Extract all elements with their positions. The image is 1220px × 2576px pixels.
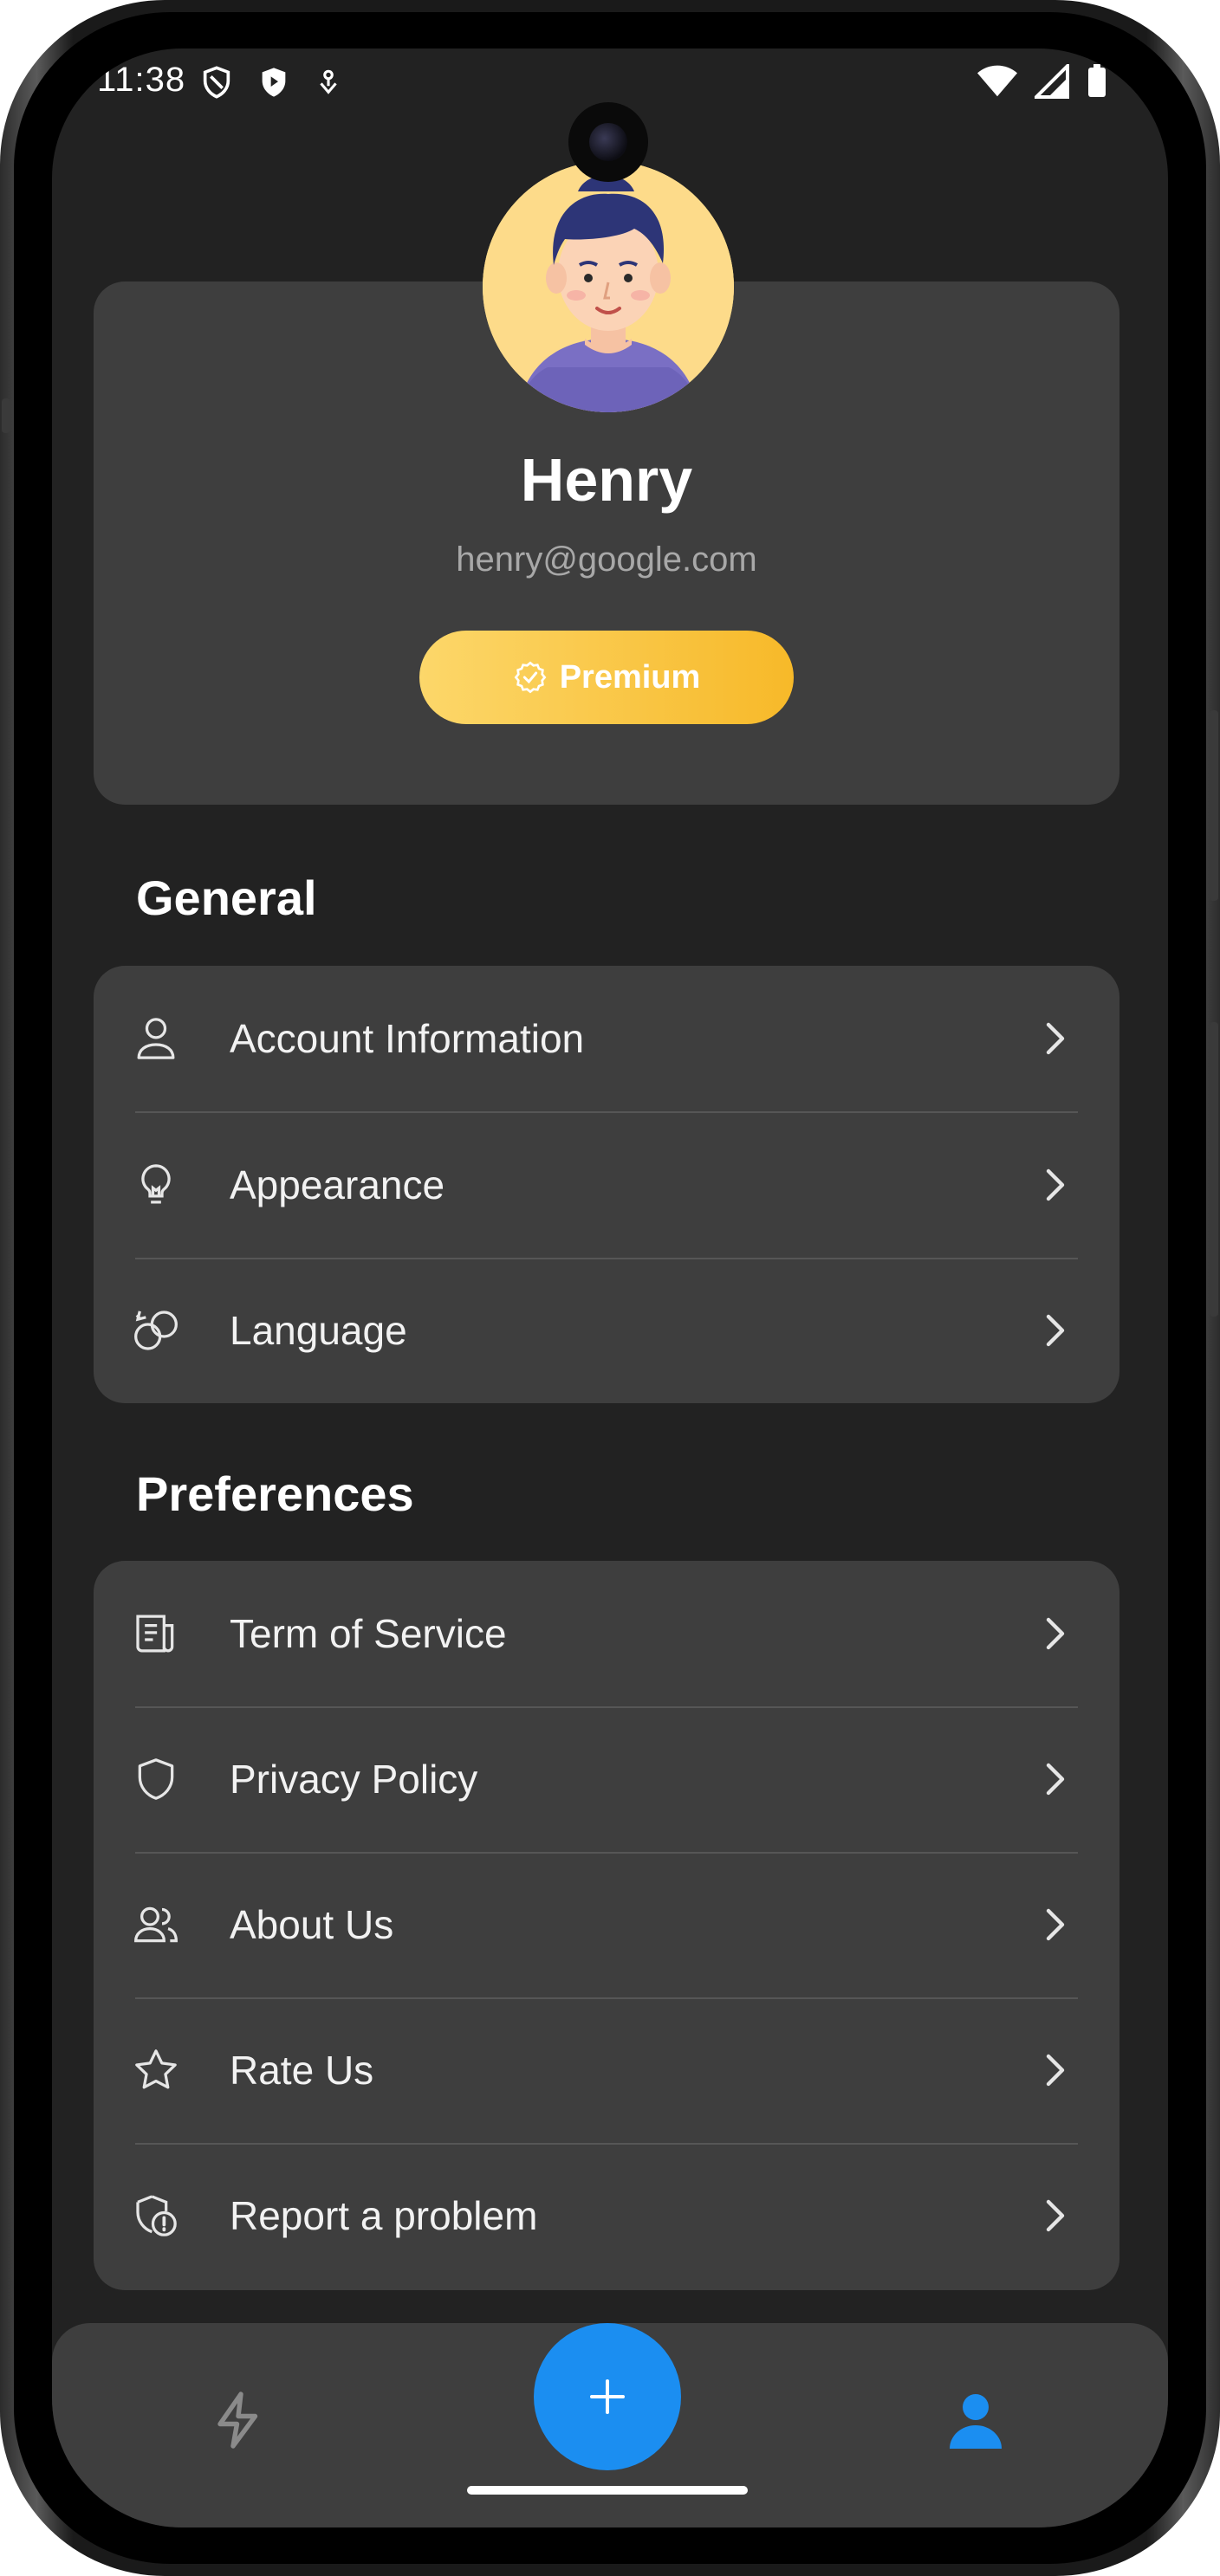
status-time: 11:38 — [97, 61, 186, 99]
menu-label: Appearance — [230, 1162, 445, 1207]
menu-item-report-a-problem[interactable]: Report a problem — [94, 2143, 1119, 2288]
status-left-icons — [199, 64, 343, 100]
avatar[interactable] — [483, 161, 734, 412]
profile-icon[interactable] — [944, 2389, 1007, 2451]
wifi-icon — [977, 65, 1017, 97]
chevron-right-icon — [1046, 1314, 1065, 1347]
chevron-right-icon — [1046, 1022, 1065, 1055]
premium-button[interactable]: Premium — [419, 631, 794, 724]
battery-icon — [1088, 64, 1106, 97]
language-icon — [134, 1311, 178, 1350]
menu-item-appearance[interactable]: Appearance — [94, 1112, 1119, 1258]
document-icon — [136, 1615, 174, 1653]
menu-label: Report a problem — [230, 2193, 538, 2238]
verified-badge-icon — [514, 661, 547, 694]
chevron-right-icon — [1046, 2199, 1065, 2232]
section-title-general: General — [136, 871, 317, 925]
user-icon — [137, 1018, 175, 1059]
menu-label: Rate Us — [230, 2048, 374, 2093]
side-button-left — [2, 398, 10, 433]
report-icon — [136, 2195, 177, 2236]
general-card: Account Information Appearance Language — [94, 966, 1119, 1403]
status-right-icons — [977, 64, 1107, 99]
side-button-middle — [1210, 1022, 1218, 1317]
premium-label: Premium — [559, 658, 701, 696]
star-icon — [135, 2049, 177, 2089]
lightbulb-icon — [141, 1164, 171, 1204]
chevron-right-icon — [1046, 1908, 1065, 1941]
menu-label: Account Information — [230, 1016, 585, 1061]
menu-label: Privacy Policy — [230, 1757, 478, 1802]
front-camera — [568, 102, 648, 182]
shield-status-icon — [203, 66, 230, 99]
menu-item-account-information[interactable]: Account Information — [94, 966, 1119, 1111]
profile-name: Henry — [520, 446, 693, 514]
menu-label: Language — [230, 1308, 407, 1353]
menu-item-about-us[interactable]: About Us — [94, 1852, 1119, 1997]
plus-icon — [590, 2379, 625, 2414]
bolt-icon[interactable] — [207, 2389, 269, 2451]
menu-item-term-of-service[interactable]: Term of Service — [94, 1561, 1119, 1706]
menu-label: Term of Service — [230, 1611, 507, 1656]
preferences-card: Term of Service Privacy Policy About Us … — [94, 1561, 1119, 2290]
users-icon — [134, 1906, 178, 1943]
home-indicator — [467, 2486, 748, 2495]
notification-status-icon — [320, 69, 337, 94]
side-button-top — [1210, 710, 1218, 901]
profile-email: henry@google.com — [456, 540, 757, 579]
menu-item-language[interactable]: Language — [94, 1258, 1119, 1403]
app-screen: 11:38 Henry henry@google.com Premium Gen… — [52, 49, 1168, 2527]
section-title-preferences: Preferences — [136, 1466, 414, 1521]
menu-item-rate-us[interactable]: Rate Us — [94, 1997, 1119, 2143]
menu-item-privacy-policy[interactable]: Privacy Policy — [94, 1706, 1119, 1852]
shield-icon — [138, 1758, 174, 1800]
chevron-right-icon — [1046, 2054, 1065, 2087]
chevron-right-icon — [1046, 1168, 1065, 1201]
chevron-right-icon — [1046, 1617, 1065, 1650]
play-protect-icon — [262, 68, 286, 97]
add-button[interactable] — [534, 2323, 681, 2470]
menu-label: About Us — [230, 1902, 394, 1947]
cell-signal-icon — [1035, 64, 1069, 99]
chevron-right-icon — [1046, 1763, 1065, 1796]
